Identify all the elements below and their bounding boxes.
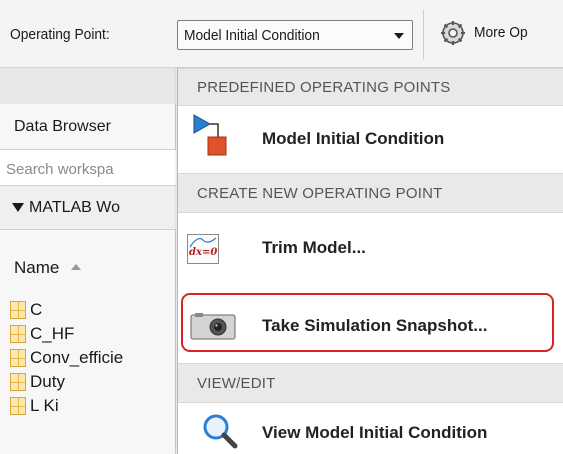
toolbar: Operating Point: Model Initial Condition… [0,0,563,68]
variable-icon [10,397,26,415]
more-options-label: More Op [474,24,528,41]
variable-name: Duty [30,372,65,391]
gear-icon [441,21,465,45]
chevron-down-icon [394,33,404,39]
section-create-label: CREATE NEW OPERATING POINT [197,185,443,202]
menu-item-model-initial-condition[interactable]: Model Initial Condition [178,106,563,173]
expand-triangle-icon[interactable] [12,203,24,212]
operating-point-dropdown[interactable]: Model Initial Condition [177,20,413,50]
panel-header-strip [0,68,176,104]
list-item[interactable]: C_HF [0,322,176,346]
trim-icon-text: dx=0 [189,247,218,258]
list-item[interactable]: Duty [0,370,176,394]
section-view-edit-header: VIEW/EDIT [178,363,563,403]
workspace-search [0,150,178,186]
name-column-label: Name [14,258,60,277]
operating-point-menu: PREDEFINED OPERATING POINTS Model Initia… [177,68,563,454]
workspace-label: MATLAB Wo [29,199,120,216]
data-browser-title: Data Browser [0,104,176,150]
variable-list: C C_HF Conv_efficie Duty L Ki [0,298,176,418]
operating-point-label: Operating Point: [10,26,110,43]
data-browser-panel: Data Browser MATLAB Wo Name C C_HF Conv_… [0,68,178,454]
menu-item-view-model-initial-condition[interactable]: View Model Initial Condition [178,403,563,454]
search-input[interactable] [4,156,178,182]
highlight-outline [181,293,554,352]
list-item[interactable]: C [0,298,176,322]
data-browser-title-text: Data Browser [14,118,111,135]
trim-model-icon: dx=0 [187,234,219,264]
variable-icon [10,349,26,367]
variable-icon [10,373,26,391]
name-column-header[interactable]: Name [0,230,176,292]
section-view-edit-label: VIEW/EDIT [197,375,276,392]
magnifier-icon [203,414,238,449]
sort-ascending-icon [71,264,81,270]
model-block-icon [193,114,227,156]
trim-model-label: Trim Model... [262,238,366,257]
variable-name: C [30,300,43,319]
list-item[interactable]: L Ki [0,394,176,418]
variable-name: C_HF [30,324,75,343]
toolbar-divider [423,10,424,60]
menu-item-trim-model[interactable]: dx=0 Trim Model... [178,213,563,289]
variable-name: Conv_efficie [30,348,124,367]
section-create-header: CREATE NEW OPERATING POINT [178,173,563,213]
variable-name: L Ki [30,396,59,415]
list-item[interactable]: Conv_efficie [0,346,176,370]
model-initial-condition-label: Model Initial Condition [262,129,445,148]
variable-icon [10,301,26,319]
view-model-initial-condition-label: View Model Initial Condition [262,423,488,442]
matlab-workspace-header[interactable]: MATLAB Wo [0,186,176,230]
operating-point-value: Model Initial Condition [184,27,320,44]
section-predefined-header: PREDEFINED OPERATING POINTS [178,68,563,106]
variable-icon [10,325,26,343]
section-predefined-label: PREDEFINED OPERATING POINTS [197,79,451,96]
